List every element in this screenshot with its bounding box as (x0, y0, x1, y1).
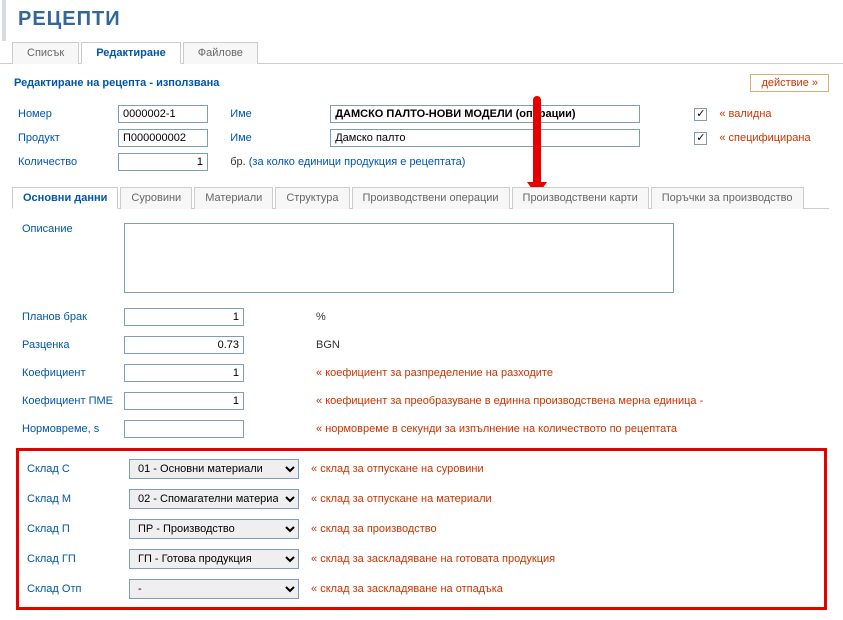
top-tabs: Списък Редактиране Файлове (0, 41, 843, 64)
action-button[interactable]: действие (750, 74, 829, 92)
product-input[interactable] (118, 129, 208, 147)
number-input[interactable] (118, 105, 208, 123)
norm-note: нормовреме в секунди за изпълнение на ко… (316, 423, 677, 435)
subtab-structure[interactable]: Структура (275, 187, 349, 209)
coef-note: коефициент за разпределение на разходите (316, 367, 553, 379)
norm-label: Нормовреме, s (18, 416, 118, 442)
subtab-raw[interactable]: Суровини (120, 187, 192, 209)
tab-files[interactable]: Файлове (183, 42, 258, 64)
whc-select[interactable]: 01 - Основни материали (129, 459, 299, 479)
rate-label: Разценка (18, 332, 118, 358)
product-name-label: Име (226, 126, 326, 150)
coefpme-note: коефициент за преобразуване в единна про… (316, 395, 703, 407)
subtab-materials[interactable]: Материали (194, 187, 273, 209)
desc-input[interactable] (124, 223, 674, 293)
edit-subtitle: - използвана (149, 77, 219, 89)
subtab-cards[interactable]: Производствени карти (512, 187, 649, 209)
spec-checkbox[interactable]: ✓ (694, 132, 707, 145)
tab-edit[interactable]: Редактиране (81, 42, 181, 64)
whp-note: склад за производство (311, 523, 437, 535)
subtab-orders[interactable]: Поръчки за производство (651, 187, 804, 209)
coefpme-label: Коефициент ПМЕ (18, 388, 118, 414)
valid-checkbox[interactable]: ✓ (694, 108, 707, 121)
tab-list[interactable]: Списък (12, 42, 79, 64)
coefpme-input[interactable] (124, 392, 244, 410)
whgp-select[interactable]: ГП - Готова продукция (129, 549, 299, 569)
whm-note: склад за отпускане на материали (311, 493, 492, 505)
page-title: РЕЦЕПТИ (2, 0, 843, 41)
whm-select[interactable]: 02 - Спомагателни материали (129, 489, 299, 509)
whgp-note: склад за заскладяване на готовата продук… (311, 553, 555, 565)
whc-note: склад за отпускане на суровини (311, 463, 484, 475)
product-name-input[interactable] (330, 129, 640, 147)
qty-hint: (за колко единици продукция е рецептата) (249, 156, 466, 168)
rate-unit: BGN (312, 332, 707, 358)
whp-select[interactable]: ПР - Производство (129, 519, 299, 539)
name-label: Име (226, 102, 326, 126)
spec-note[interactable]: специфицирана (719, 132, 810, 144)
subtab-operations[interactable]: Производствени операции (352, 187, 510, 209)
header-form: Номер Име ✓ валидна Продукт Име ✓ специф… (14, 102, 829, 174)
sub-tabs: Основни данни Суровини Материали Структу… (12, 186, 829, 209)
annotation-arrow-icon (533, 96, 541, 186)
qty-label: Количество (14, 150, 114, 174)
qty-input[interactable] (118, 153, 208, 171)
whc-label: Склад С (23, 455, 123, 483)
edit-header: Редактиране на рецепта - използвана дейс… (14, 74, 829, 92)
warehouse-group: Склад С 01 - Основни материали склад за … (16, 448, 827, 610)
planbrak-unit: % (312, 304, 707, 330)
number-label: Номер (14, 102, 114, 126)
whp-label: Склад П (23, 515, 123, 543)
coef-label: Коефициент (18, 360, 118, 386)
norm-input[interactable] (124, 420, 244, 438)
subtab-basic[interactable]: Основни данни (12, 187, 118, 209)
content: Редактиране на рецепта - използвана дейс… (0, 64, 843, 620)
whm-label: Склад М (23, 485, 123, 513)
planbrak-label: Планов брак (18, 304, 118, 330)
valid-note[interactable]: валидна (719, 108, 771, 120)
desc-label: Описание (18, 219, 118, 300)
product-label: Продукт (14, 126, 114, 150)
whotp-note: склад за заскладяване на отпадъка (311, 583, 503, 595)
rate-input[interactable] (124, 336, 244, 354)
qty-unit: бр. (230, 156, 245, 168)
whotp-select[interactable]: - (129, 579, 299, 599)
planbrak-input[interactable] (124, 308, 244, 326)
coef-input[interactable] (124, 364, 244, 382)
edit-title: Редактиране на рецепта (14, 77, 146, 89)
whotp-label: Склад Отп (23, 575, 123, 603)
basic-panel: Описание Планов брак % Разценка BGN Коеф… (14, 209, 829, 618)
whgp-label: Склад ГП (23, 545, 123, 573)
name-input[interactable] (330, 105, 640, 123)
